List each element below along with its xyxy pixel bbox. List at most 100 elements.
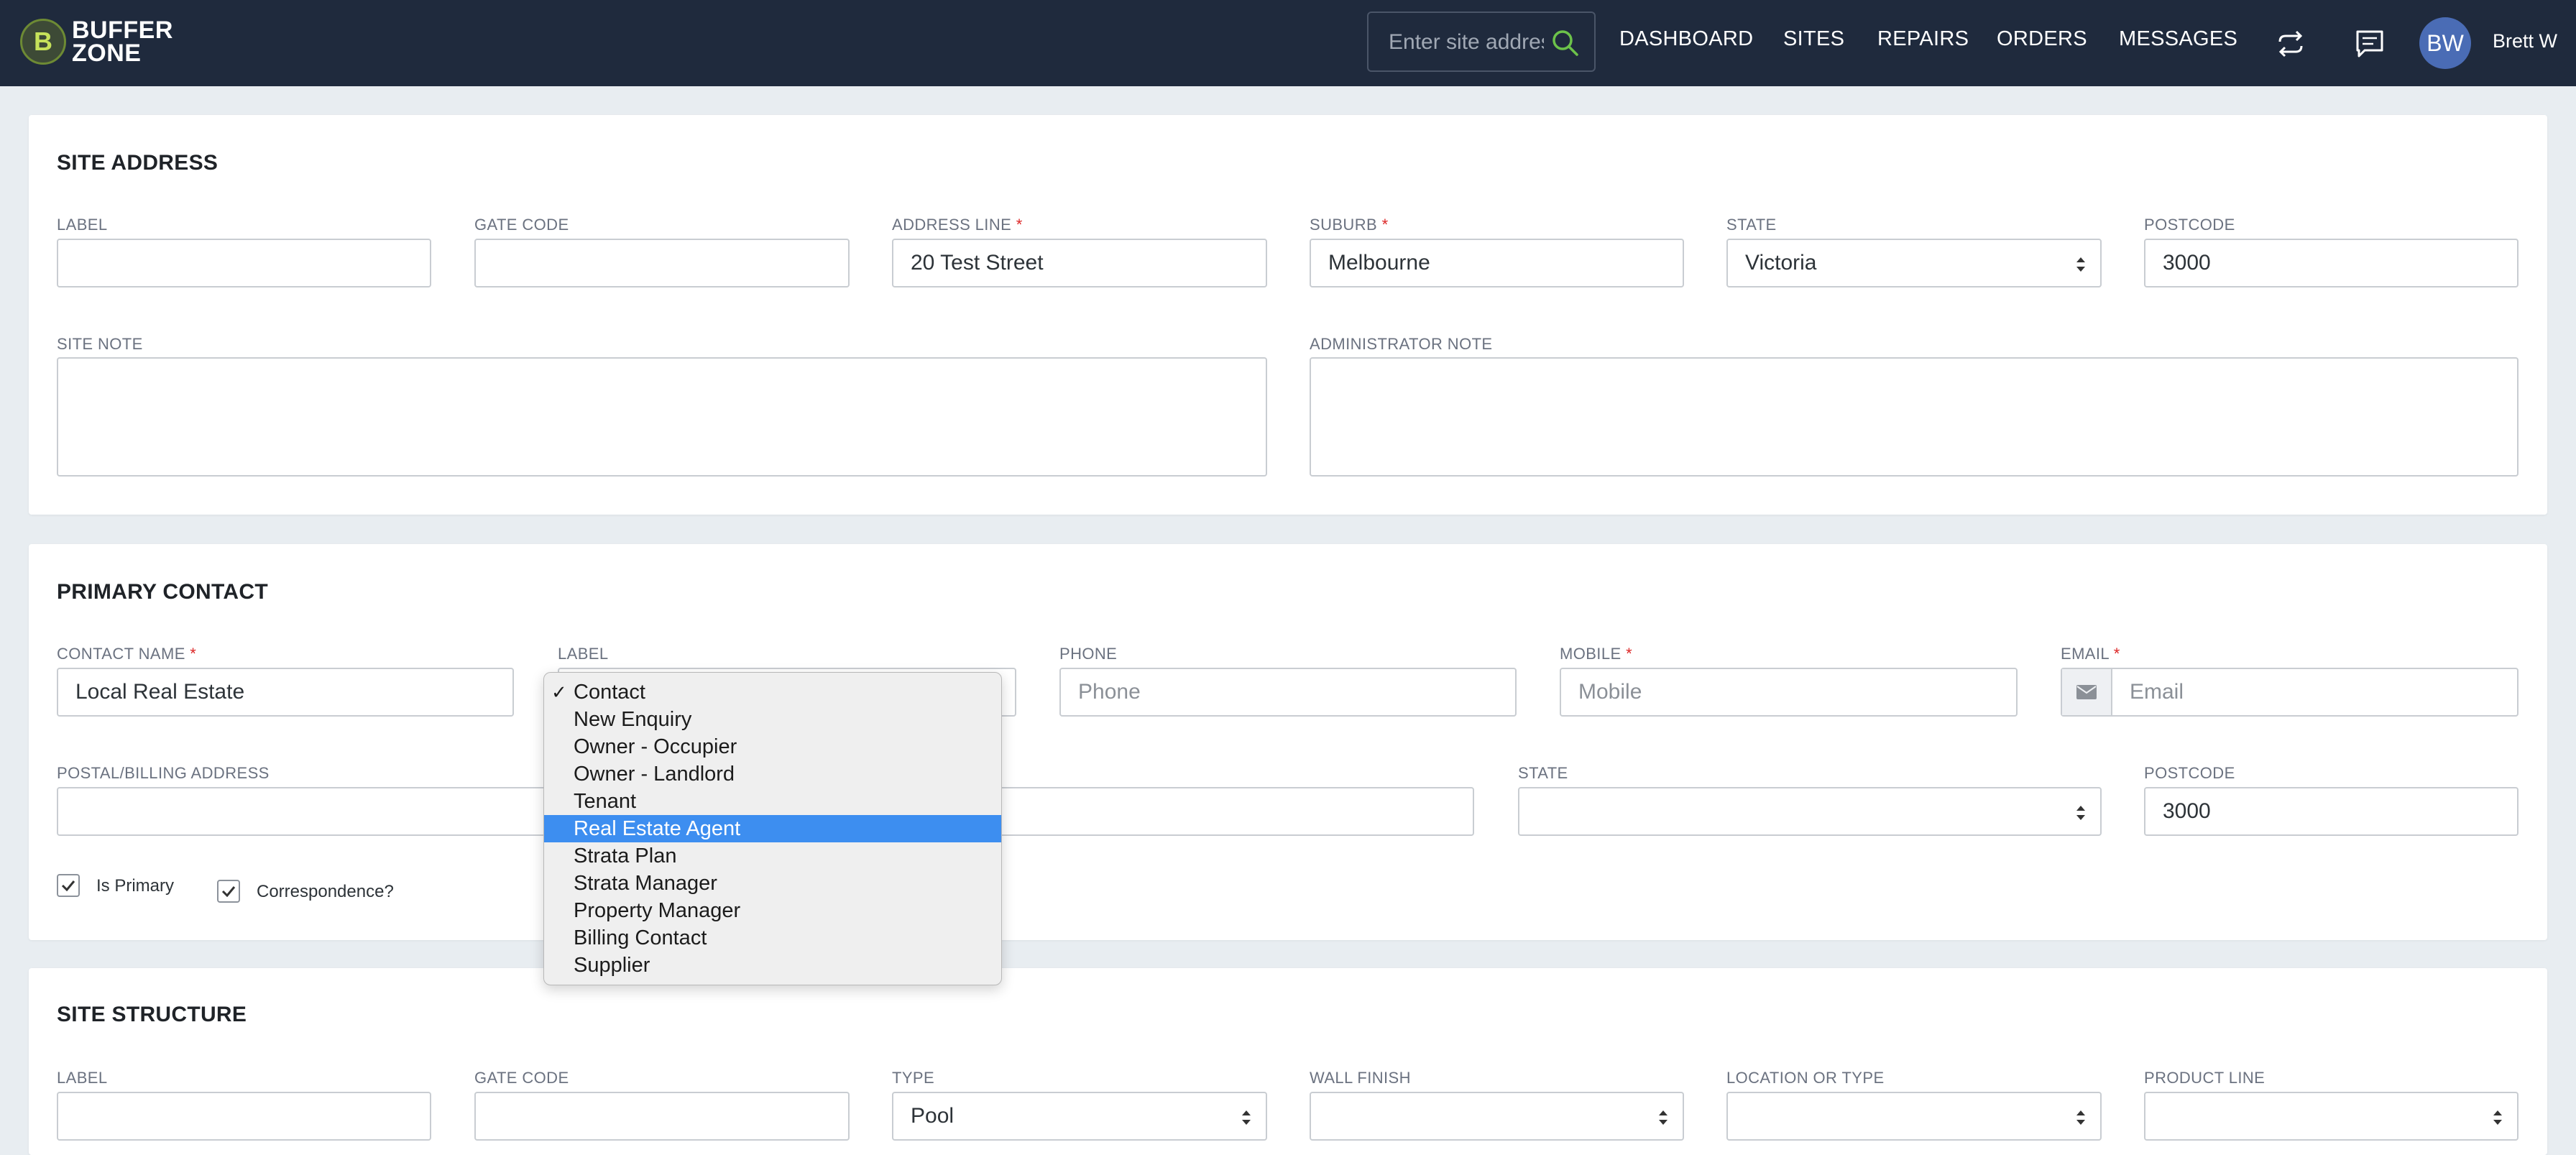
dropdown-option[interactable]: Real Estate Agent	[544, 815, 1001, 842]
required-mark: *	[1626, 645, 1633, 663]
dropdown-option[interactable]: Owner - Occupier	[544, 733, 1001, 760]
mobile-label: MOBILE *	[1560, 645, 1632, 663]
dropdown-option-label: Contact	[574, 681, 645, 704]
check-icon	[61, 880, 75, 891]
dropdown-option[interactable]: New Enquiry	[544, 706, 1001, 733]
contact-name-label-text: CONTACT NAME	[57, 645, 185, 663]
dropdown-option-label: Tenant	[574, 790, 637, 813]
required-mark: *	[1016, 216, 1023, 234]
gate-code-label: GATE CODE	[474, 216, 569, 234]
state-select[interactable]: Victoria	[1726, 239, 2102, 287]
dropdown-option[interactable]: Strata Plan	[544, 842, 1001, 870]
suburb-label: SUBURB *	[1310, 216, 1389, 234]
dropdown-option-label: Owner - Occupier	[574, 735, 737, 758]
product-line-label: PRODUCT LINE	[2144, 1069, 2266, 1087]
structure-gate-code-input[interactable]	[474, 1092, 850, 1141]
phone-label: PHONE	[1059, 645, 1118, 663]
chevron-up-down-icon	[2493, 1110, 2502, 1125]
dropdown-option-label: Owner - Landlord	[574, 763, 735, 786]
mobile-input[interactable]: Mobile	[1560, 668, 2018, 717]
dropdown-option[interactable]: Strata Manager	[544, 870, 1001, 897]
site-address-card: SITE ADDRESS LABEL GATE CODE ADDRESS LIN…	[29, 115, 2547, 515]
correspondence-label: Correspondence?	[257, 882, 394, 901]
chat-icon[interactable]	[2353, 27, 2386, 60]
brand-name[interactable]: BUFFER ZONE	[72, 17, 173, 67]
admin-note-label: ADMINISTRATOR NOTE	[1310, 335, 1493, 353]
location-or-type-label: LOCATION OR TYPE	[1726, 1069, 1885, 1087]
postcode-input[interactable]: 3000	[2144, 239, 2518, 287]
dropdown-option[interactable]: ✓ Contact	[544, 678, 1001, 706]
nav-orders[interactable]: ORDERS	[1997, 27, 2087, 51]
nav-messages[interactable]: MESSAGES	[2119, 27, 2237, 51]
dropdown-option-label: Billing Contact	[574, 926, 707, 949]
chevron-up-down-icon	[2076, 257, 2085, 272]
site-address-title: SITE ADDRESS	[57, 151, 218, 175]
required-mark: *	[1381, 216, 1389, 234]
contact-postcode-label: POSTCODE	[2144, 764, 2235, 782]
contact-label-dropdown: ✓ Contact New Enquiry Owner - Occupier Owner…	[543, 672, 1002, 985]
dropdown-option-label: Strata Plan	[574, 845, 677, 868]
contact-name-input[interactable]: Local Real Estate	[57, 668, 514, 717]
primary-contact-title: PRIMARY CONTACT	[57, 580, 268, 604]
suburb-label-text: SUBURB	[1310, 216, 1378, 234]
contact-label-label: LABEL	[558, 645, 609, 663]
checkmark-icon: ✓	[551, 681, 567, 703]
dropdown-option[interactable]: Billing Contact	[544, 924, 1001, 952]
nav-dashboard[interactable]: DASHBOARD	[1619, 27, 1753, 51]
site-search-input[interactable]	[1387, 27, 1545, 57]
type-select-value: Pool	[911, 1104, 954, 1128]
state-label: STATE	[1726, 216, 1777, 234]
email-placeholder: Email	[2130, 680, 2184, 704]
wall-finish-label: WALL FINISH	[1310, 1069, 1411, 1087]
location-or-type-select[interactable]	[1726, 1092, 2102, 1141]
nav-sites[interactable]: SITES	[1783, 27, 1844, 51]
type-select[interactable]: Pool	[892, 1092, 1267, 1141]
contact-postcode-input[interactable]: 3000	[2144, 787, 2518, 836]
correspondence-checkbox[interactable]	[217, 880, 240, 903]
dropdown-option-label: Property Manager	[574, 899, 741, 922]
required-mark: *	[2113, 645, 2120, 663]
user-avatar[interactable]: BW	[2419, 17, 2471, 69]
postal-address-label: POSTAL/BILLING ADDRESS	[57, 764, 270, 782]
label-field-label: LABEL	[57, 216, 108, 234]
site-note-textarea[interactable]	[57, 357, 1267, 477]
brand-logo[interactable]: B	[20, 19, 66, 65]
product-line-select[interactable]	[2144, 1092, 2518, 1141]
nav-repairs[interactable]: REPAIRS	[1877, 27, 1969, 51]
chevron-up-down-icon	[1659, 1110, 1668, 1125]
dropdown-option-label: Strata Manager	[574, 872, 717, 895]
chevron-up-down-icon	[1242, 1110, 1251, 1125]
dropdown-option[interactable]: Property Manager	[544, 897, 1001, 924]
brand-line-2: ZONE	[72, 40, 142, 67]
site-label-input[interactable]	[57, 239, 431, 287]
search-icon[interactable]	[1550, 27, 1581, 59]
contact-state-select[interactable]	[1518, 787, 2102, 836]
dropdown-option[interactable]: Supplier	[544, 952, 1001, 979]
dropdown-option[interactable]: Tenant	[544, 788, 1001, 815]
wall-finish-select[interactable]	[1310, 1092, 1684, 1141]
postcode-label: POSTCODE	[2144, 216, 2235, 234]
mobile-label-text: MOBILE	[1560, 645, 1622, 663]
dropdown-option-label: Supplier	[574, 954, 650, 977]
admin-note-textarea[interactable]	[1310, 357, 2518, 477]
address-line-input[interactable]: 20 Test Street	[892, 239, 1267, 287]
user-name[interactable]: Brett W	[2493, 30, 2557, 52]
phone-input[interactable]: Phone	[1059, 668, 1517, 717]
suburb-input[interactable]: Melbourne	[1310, 239, 1684, 287]
email-label-text: EMAIL	[2061, 645, 2110, 663]
brand-line-1: BUFFER	[72, 17, 173, 44]
envelope-icon	[2076, 685, 2097, 699]
required-mark: *	[190, 645, 197, 663]
is-primary-checkbox[interactable]	[57, 874, 80, 897]
type-label: TYPE	[892, 1069, 935, 1087]
sync-icon[interactable]	[2274, 27, 2307, 60]
contact-state-label: STATE	[1518, 764, 1568, 782]
dropdown-option[interactable]: Owner - Landlord	[544, 760, 1001, 788]
email-input[interactable]: Email	[2061, 668, 2518, 717]
gate-code-input[interactable]	[474, 239, 850, 287]
contact-name-label: CONTACT NAME *	[57, 645, 196, 663]
site-structure-title: SITE STRUCTURE	[57, 1003, 247, 1026]
check-icon	[221, 886, 236, 897]
structure-label-input[interactable]	[57, 1092, 431, 1141]
structure-label-label: LABEL	[57, 1069, 108, 1087]
